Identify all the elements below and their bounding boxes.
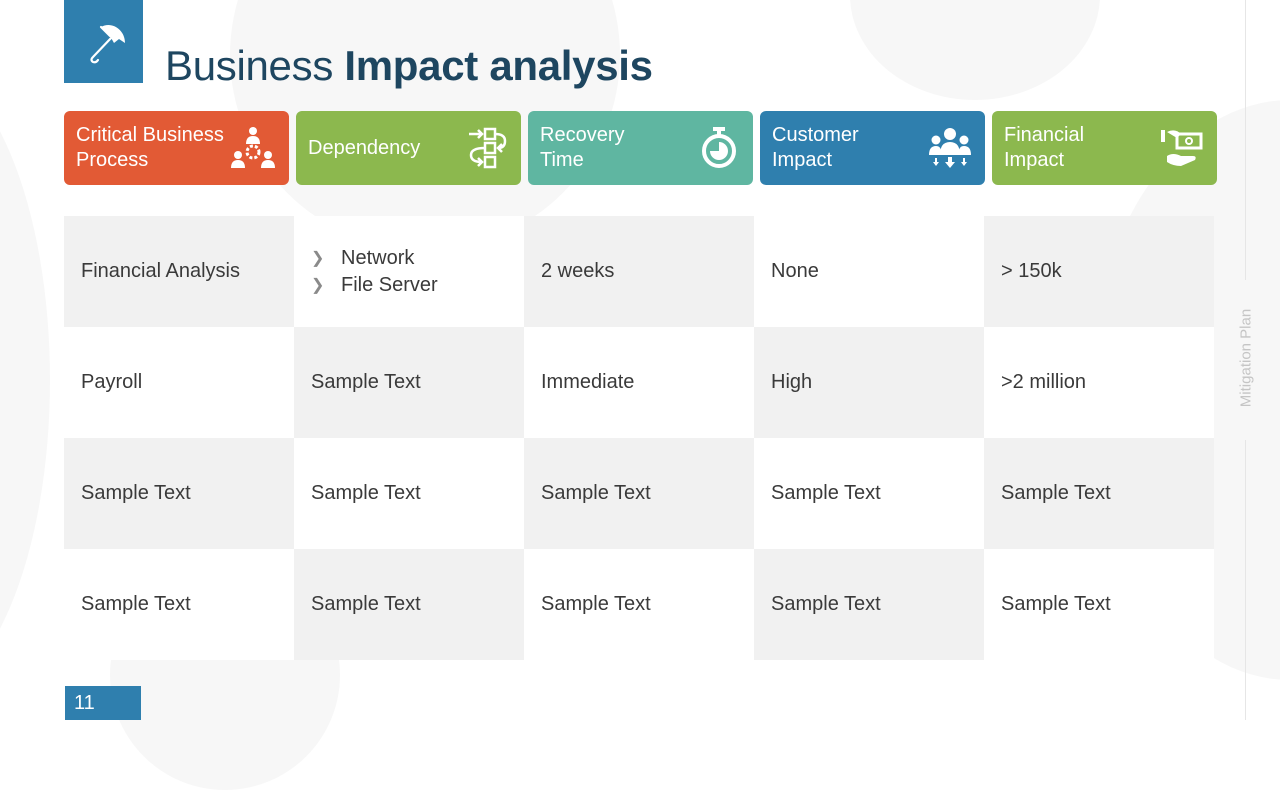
background-circle [0,60,50,700]
section-label: Mitigation Plan [1237,308,1255,408]
table-cell: Immediate [524,327,754,438]
table-cell: Sample Text [294,327,524,438]
header-customer-impact: Customer Impact [760,111,985,185]
stopwatch-icon [702,127,736,168]
logo-badge [64,0,143,83]
table-cell: Sample Text [524,438,754,549]
header-dependency: Dependency [296,111,521,185]
cell-text: File Server [341,273,438,296]
cell-text: Sample Text [311,482,421,504]
team-gear-icon [231,127,275,168]
customers-icon [929,128,971,168]
cell-text: Sample Text [311,371,421,393]
background-circle [850,0,1100,100]
header-label: Critical Business Process [76,124,224,171]
side-divider [1245,440,1246,720]
table-cell: Sample Text [984,549,1214,660]
header-label: Customer Impact [772,124,859,171]
table-cell: Sample Text [754,549,984,660]
cell-text: Payroll [81,371,143,393]
cell-text: > 150k [1001,260,1062,282]
header-financial-impact: Financial Impact [992,111,1217,185]
header-critical-business-process: Critical Business Process [64,111,289,185]
table-cell: Payroll [64,327,294,438]
side-divider [1245,0,1246,280]
table-cell: 2 weeks [524,216,754,327]
header-label: Financial Impact [1004,124,1085,171]
list-item: ❯ Network [311,245,438,272]
table-cell: Sample Text [294,549,524,660]
table-cell: Sample Text [294,438,524,549]
cell-text: Immediate [541,371,635,393]
money-hand-icon [1161,130,1203,166]
impact-table: Financial Analysis ❯ Network ❯ File Server… [64,216,1214,660]
cell-text: Sample Text [771,593,881,615]
cell-text: Sample Text [1001,482,1111,504]
table-cell: Sample Text [64,438,294,549]
table-cell: Financial Analysis [64,216,294,327]
table-cell: None [754,216,984,327]
cell-text: Sample Text [541,593,651,615]
cell-text: Sample Text [541,482,651,504]
table-cell: Sample Text [64,549,294,660]
umbrella-icon [89,24,125,63]
table-cell: > 150k [984,216,1214,327]
cell-text: Network [341,246,415,269]
table-cell: ❯ Network ❯ File Server [294,216,524,327]
cell-text: Financial Analysis [81,260,240,282]
table-cell: Sample Text [524,549,754,660]
page-title: Business Impact analysis [165,42,653,90]
cell-text: Sample Text [81,593,191,615]
cell-text: >2 million [1001,371,1087,393]
column-headers: Critical Business Process Dependency Rec… [64,111,1217,185]
header-recovery-time: Recovery Time [528,111,753,185]
table-cell: Sample Text [754,438,984,549]
header-label: Dependency [308,136,421,159]
title-bold: Impact analysis [344,42,653,89]
table-cell: >2 million [984,327,1214,438]
table-cell: Sample Text [984,438,1214,549]
cell-text: Sample Text [1001,593,1111,615]
cell-text: Sample Text [771,482,881,504]
page-number: 11 [65,686,141,720]
list-item: ❯ File Server [311,272,438,299]
cell-text: Sample Text [81,482,191,504]
chevron-right-icon: ❯ [311,276,325,294]
cell-text: High [771,371,813,393]
cell-text: Sample Text [311,593,421,615]
cell-text: None [771,260,819,282]
dependency-list: ❯ Network ❯ File Server [311,245,438,299]
flow-dependency-icon [469,127,507,169]
header-label: Recovery Time [540,124,625,171]
chevron-right-icon: ❯ [311,249,325,267]
title-regular: Business [165,42,345,89]
table-cell: High [754,327,984,438]
cell-text: 2 weeks [541,260,615,282]
